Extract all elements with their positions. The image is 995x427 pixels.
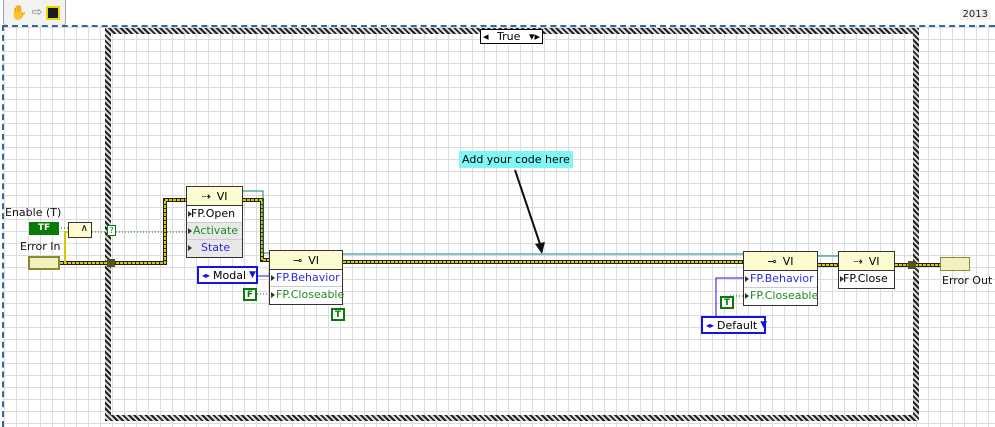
method-name: FP.Close (839, 271, 894, 288)
key-icon: ⊸ (767, 254, 777, 268)
and-function[interactable]: ∧ (68, 222, 92, 238)
wires (58, 169, 940, 318)
comment-label: Add your code here (459, 151, 573, 168)
input-activate[interactable]: Activate (187, 223, 242, 240)
property-node-1[interactable]: ⊸ VI FP.Behavior FP.Closeable (269, 250, 344, 305)
key-icon: ⊸ (293, 253, 303, 267)
enable-control[interactable]: TF (29, 222, 59, 235)
fp-close-node[interactable]: ⇢ VI FP.Close (838, 251, 895, 289)
prop-behavior[interactable]: FP.Behavior (744, 271, 817, 288)
modal-enum-constant[interactable]: ◂▸ Modal ▼ (197, 266, 258, 284)
fp-open-node[interactable]: ⇢ VI FP.Open Activate State (186, 186, 243, 258)
default-enum-constant[interactable]: ◂▸ Default ▼ (701, 316, 768, 334)
error-in-control[interactable] (28, 256, 60, 270)
invoke-arrow-icon: ⇢ (853, 254, 863, 268)
prop-closeable[interactable]: FP.Closeable (744, 288, 818, 305)
method-name: FP.Open (187, 206, 242, 223)
true-constant[interactable]: T (720, 296, 734, 309)
prop-behavior[interactable]: FP.Behavior (270, 270, 342, 287)
false-constant[interactable]: F (243, 288, 257, 301)
invoke-arrow-icon: ⇢ (201, 189, 211, 203)
comment-arrow (514, 169, 545, 254)
dropdown-icon: ▼ (760, 320, 768, 330)
error-in-label: Error In (20, 240, 61, 253)
error-out-label: Error Out (942, 274, 993, 287)
prop-closeable[interactable]: FP.Closeable (270, 287, 344, 304)
tunnel-out (908, 261, 916, 269)
enable-label: Enable (T) (5, 206, 62, 219)
coercion-tunnel: ? (107, 225, 116, 236)
error-out-indicator[interactable] (940, 257, 970, 271)
property-node-2[interactable]: ⊸ VI FP.Behavior FP.Closeable (743, 251, 818, 306)
tunnel-in (107, 259, 115, 267)
true-constant[interactable]: T (331, 308, 345, 321)
input-state[interactable]: State (187, 240, 242, 257)
dropdown-icon: ▼ (249, 270, 256, 280)
